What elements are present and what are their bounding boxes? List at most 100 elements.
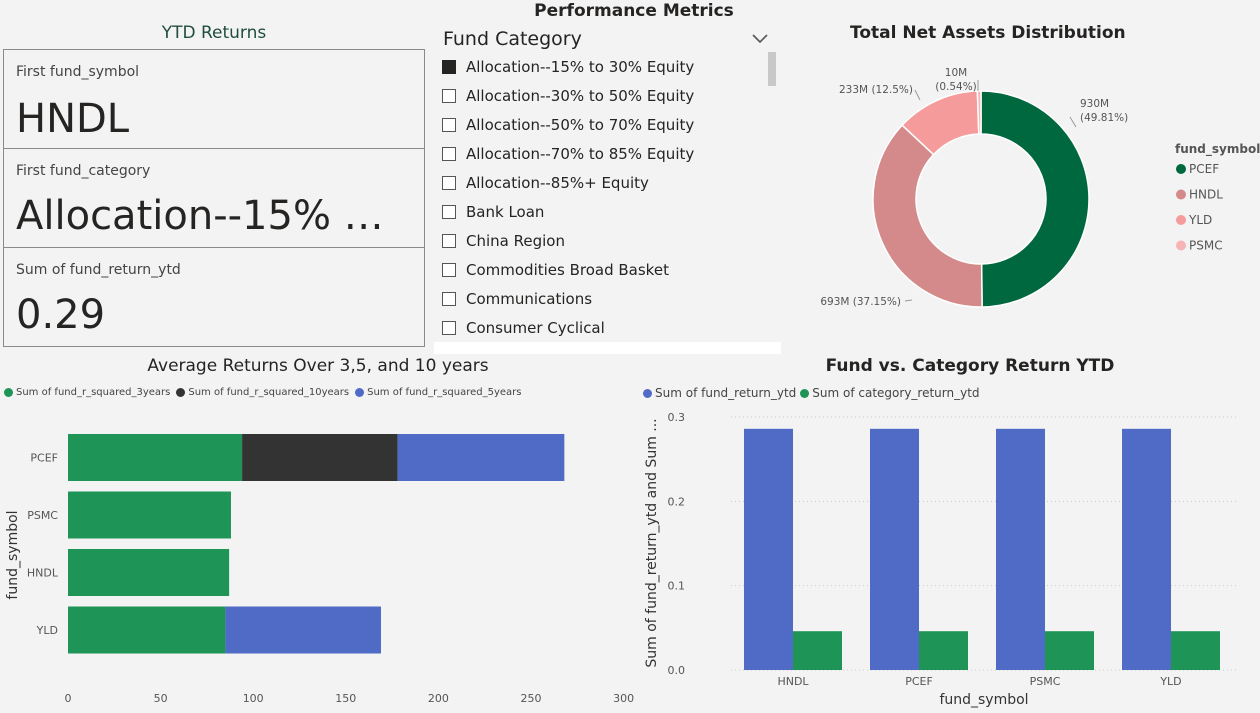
- x-tick-label: 100: [243, 692, 264, 705]
- column-pcef: [919, 631, 968, 670]
- legend-label: Sum of category_return_ytd: [812, 386, 980, 400]
- legend-label: PSMC: [1189, 239, 1223, 253]
- y-tick-label: 0.3: [668, 411, 686, 424]
- checkbox[interactable]: [442, 234, 456, 248]
- column-hndl: [744, 428, 793, 670]
- legend-item[interactable]: Sum of category_return_ytd: [800, 386, 980, 400]
- column-psmc: [996, 428, 1045, 670]
- legend-label: PCEF: [1189, 162, 1219, 176]
- category-label: YLD: [1159, 675, 1181, 688]
- slicer-item-label: Communications: [466, 290, 593, 308]
- slicer-item-label: Allocation--50% to 70% Equity: [466, 116, 695, 134]
- x-tick-label: 50: [154, 692, 168, 705]
- slicer-item[interactable]: Communications: [442, 288, 592, 310]
- legend-label: Sum of fund_r_squared_3years: [16, 387, 171, 398]
- y-tick-label: 0.0: [668, 664, 686, 677]
- column-psmc: [1045, 631, 1094, 670]
- column-hndl: [793, 631, 842, 670]
- data-label: (0.54%): [935, 81, 977, 93]
- checkbox[interactable]: [442, 292, 456, 306]
- first-fund-category-card[interactable]: First fund_category Allocation--15% …: [3, 148, 425, 248]
- slicer-item[interactable]: Allocation--85%+ Equity: [442, 172, 649, 194]
- chevron-down-icon[interactable]: [751, 30, 769, 49]
- checkbox[interactable]: [442, 118, 456, 132]
- slicer-item-label: Bank Loan: [466, 203, 545, 221]
- data-label: 233M (12.5%): [839, 84, 913, 96]
- legend-marker: [176, 388, 186, 397]
- bar-pcef: [68, 434, 243, 481]
- slicer-item[interactable]: China Region: [442, 230, 565, 252]
- slicer-bottom-strip: [434, 342, 781, 354]
- donut-slice: [872, 124, 983, 308]
- legend-marker: [1176, 240, 1186, 251]
- checkbox[interactable]: [442, 263, 456, 277]
- bar-yld: [225, 606, 381, 654]
- legend-marker: [1176, 164, 1186, 174]
- card-label: First fund_category: [16, 163, 151, 179]
- y-axis-title: fund_symbol: [5, 510, 21, 599]
- slicer-item[interactable]: Bank Loan: [442, 201, 544, 223]
- checkbox[interactable]: [442, 321, 456, 335]
- donut-chart-title: Total Net Assets Distribution: [850, 23, 1126, 43]
- checkbox[interactable]: [442, 176, 456, 190]
- legend-item[interactable]: Sum of fund_r_squared_5years: [355, 387, 522, 398]
- y-tick-label: 0.1: [668, 580, 686, 593]
- sum-fund-return-ytd-card[interactable]: Sum of fund_return_ytd 0.29: [3, 247, 425, 347]
- bar-pcef: [242, 434, 398, 481]
- category-label: HNDL: [27, 567, 59, 580]
- donut-chart: 930M (49.81%) 693M (37.15%) 233M (12.5%) 10M…: [820, 67, 1260, 308]
- category-label: PSMC: [1030, 675, 1061, 688]
- slicer-item[interactable]: Consumer Cyclical: [442, 317, 605, 339]
- donut-slice: [980, 90, 1090, 308]
- card-value: HNDL: [16, 96, 130, 142]
- card-value: 0.29: [16, 292, 106, 338]
- checkbox[interactable]: [442, 89, 456, 103]
- data-label: 693M (37.15%): [820, 296, 901, 308]
- slicer-item-label: Allocation--70% to 85% Equity: [466, 145, 695, 163]
- legend-item[interactable]: Sum of fund_r_squared_10years: [176, 387, 349, 398]
- legend-marker: [1176, 215, 1186, 225]
- slicer-item-label: Allocation--30% to 50% Equity: [466, 87, 695, 105]
- first-fund-symbol-card[interactable]: First fund_symbol HNDL: [3, 49, 425, 149]
- category-label: PCEF: [905, 675, 933, 688]
- legend-label: Sum of fund_r_squared_5years: [367, 387, 522, 398]
- data-label: 10M: [945, 67, 967, 79]
- column-chart-title: Fund vs. Category Return YTD: [825, 356, 1115, 376]
- hbar-chart-title: Average Returns Over 3,5, and 10 years: [147, 356, 489, 376]
- legend-item[interactable]: Sum of fund_r_squared_3years: [4, 387, 170, 398]
- legend-item[interactable]: Sum of fund_return_ytd: [643, 386, 796, 400]
- x-tick-label: 300: [613, 692, 634, 705]
- legend-marker: [643, 388, 652, 398]
- y-axis-title: Sum of fund_return_ytd and Sum ...: [644, 418, 660, 667]
- slicer-item[interactable]: Allocation--50% to 70% Equity: [442, 114, 694, 136]
- column-yld: [1122, 428, 1171, 670]
- x-tick-label: 150: [335, 692, 356, 705]
- slicer-item[interactable]: Allocation--30% to 50% Equity: [442, 85, 694, 107]
- fund-category-slicer-header: Fund Category: [443, 28, 582, 50]
- slicer-scrollbar[interactable]: [768, 52, 776, 86]
- checkbox[interactable]: [442, 147, 456, 161]
- slicer-item-label: Allocation--15% to 30% Equity: [466, 58, 695, 76]
- x-tick-label: 200: [428, 692, 449, 705]
- slicer-item-label: Allocation--85%+ Equity: [466, 174, 649, 192]
- slicer-item[interactable]: Commodities Broad Basket: [442, 259, 669, 281]
- checkbox[interactable]: [442, 60, 456, 74]
- slicer-item-label: Commodities Broad Basket: [466, 261, 669, 279]
- bar-yld: [68, 606, 226, 654]
- x-axis-title: fund_symbol: [939, 692, 1028, 708]
- legend-label: Sum of fund_r_squared_10years: [188, 387, 350, 398]
- leader-line: [904, 299, 913, 302]
- category-label: HNDL: [777, 675, 809, 688]
- slicer-item[interactable]: Allocation--15% to 30% Equity: [442, 56, 694, 78]
- y-tick-label: 0.2: [668, 495, 686, 508]
- checkbox[interactable]: [442, 205, 456, 219]
- performance-metrics-title: Performance Metrics: [534, 1, 734, 21]
- data-label: 930M: [1080, 98, 1109, 110]
- legend-label: YLD: [1188, 213, 1212, 227]
- column-yld: [1171, 631, 1220, 670]
- legend-label: HNDL: [1189, 188, 1223, 202]
- column-chart: 0.0 0.1 0.2 0.3 HNDL PCEF PSMC YLD fund_symbol Su…: [644, 411, 1238, 708]
- slicer-item[interactable]: Allocation--70% to 85% Equity: [442, 143, 694, 165]
- x-tick-label: 0: [65, 692, 72, 705]
- donut-slice: [976, 90, 982, 135]
